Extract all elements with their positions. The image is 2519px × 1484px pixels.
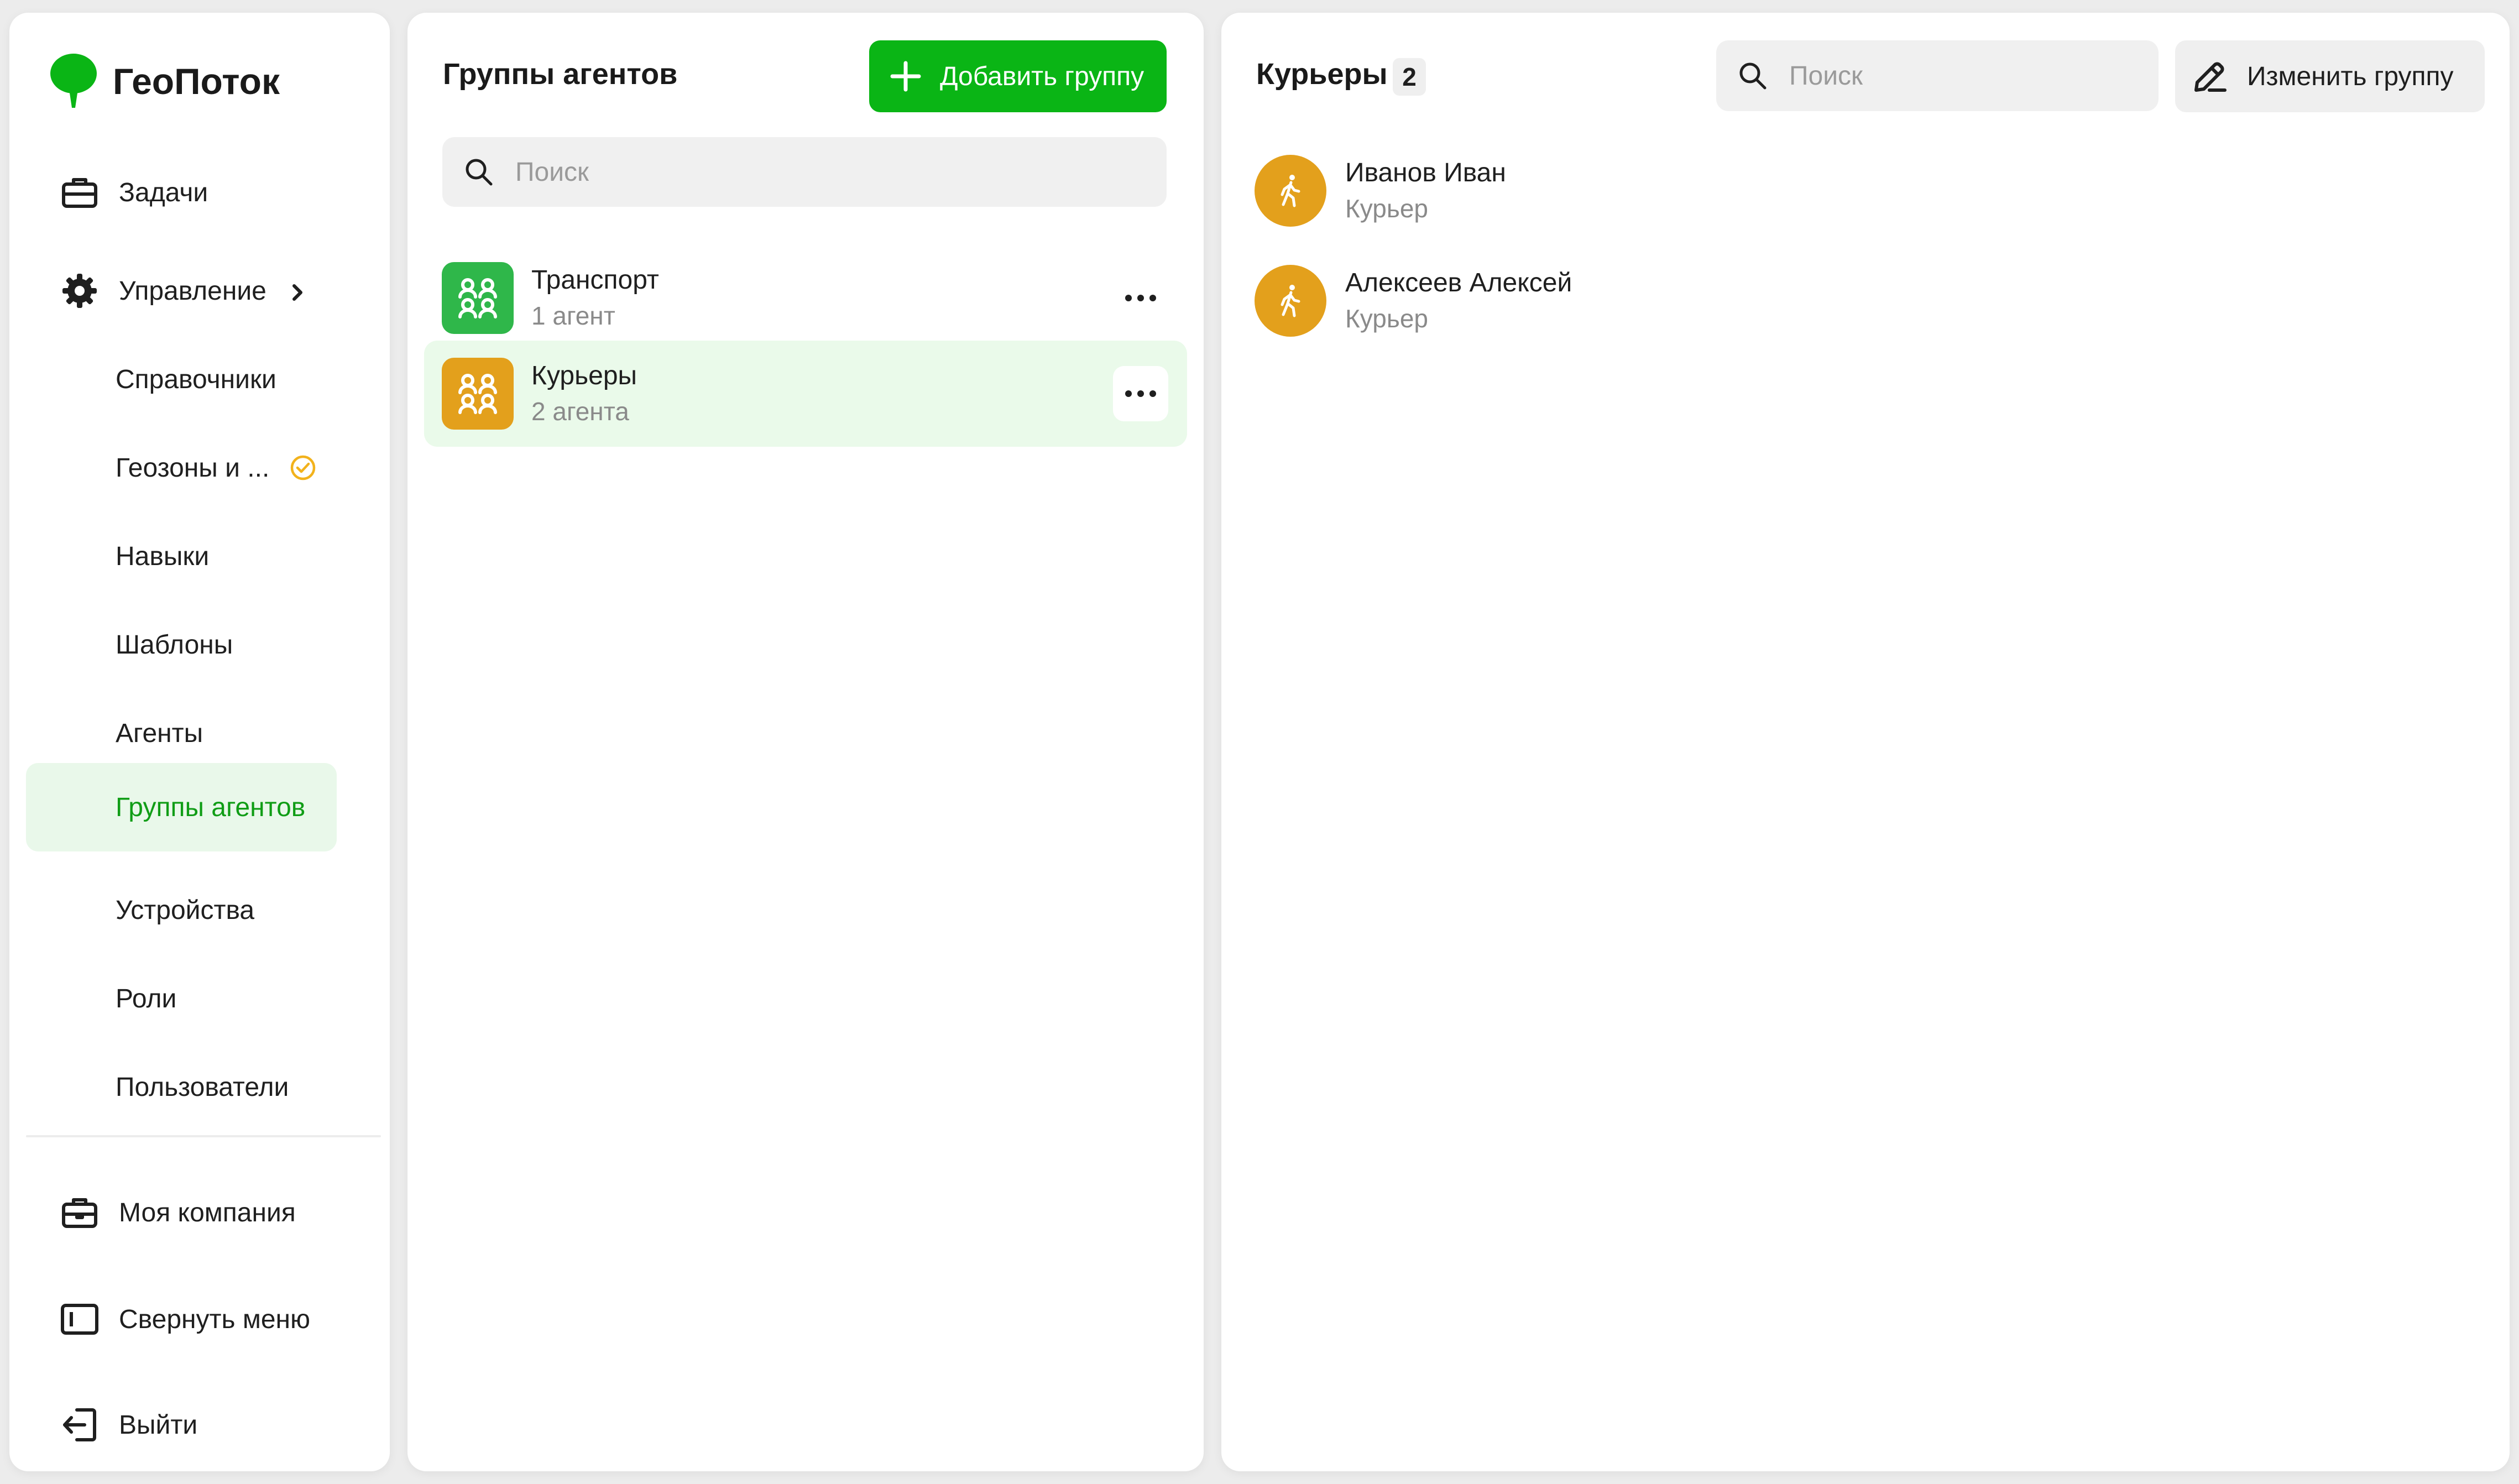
agent-avatar bbox=[1255, 155, 1326, 227]
sidebar-item-label: Агенты bbox=[116, 718, 203, 748]
sidebar-item-logout[interactable]: Выйти bbox=[26, 1381, 337, 1469]
sidebar-item-label: Навыки bbox=[116, 541, 210, 571]
logout-icon bbox=[60, 1405, 99, 1444]
sidebar-item-users[interactable]: Пользователи bbox=[26, 1043, 337, 1131]
group-text: Курьеры 2 агента bbox=[531, 358, 637, 429]
group-text: Транспорт 1 агент bbox=[531, 263, 659, 333]
sidebar-item-skills[interactable]: Навыки bbox=[26, 512, 337, 600]
more-horizontal-icon bbox=[1125, 295, 1156, 301]
group-detail-title: Курьеры bbox=[1256, 58, 1388, 91]
plus-icon bbox=[890, 61, 921, 92]
group-avatar bbox=[442, 358, 514, 430]
sidebar-item-label: Геозоны и ... bbox=[116, 453, 270, 483]
more-horizontal-icon bbox=[1125, 390, 1156, 397]
sidebar-item-label: Шаблоны bbox=[116, 630, 233, 660]
sidebar-item-devices[interactable]: Устройства bbox=[26, 866, 337, 954]
sidebar-item-label: Моя компания bbox=[119, 1198, 296, 1227]
groups-panel: Группы агентов Добавить группу Поиск Тра… bbox=[407, 13, 1204, 1471]
group-name: Курьеры bbox=[531, 361, 637, 390]
sidebar-item-geozones[interactable]: Геозоны и ... bbox=[26, 424, 337, 512]
edit-group-button[interactable]: Изменить группу bbox=[2175, 40, 2485, 112]
group-more-button[interactable] bbox=[1113, 270, 1168, 326]
edit-group-label: Изменить группу bbox=[2247, 61, 2454, 91]
group-row-transport[interactable]: Транспорт 1 агент bbox=[424, 245, 1187, 351]
search-icon bbox=[466, 159, 493, 186]
add-group-button[interactable]: Добавить группу bbox=[869, 40, 1167, 112]
sidebar-item-templates[interactable]: Шаблоны bbox=[26, 600, 337, 689]
groups-search-input[interactable] bbox=[515, 156, 1059, 187]
check-circle-icon bbox=[289, 454, 317, 482]
collapse-menu-icon bbox=[60, 1300, 99, 1339]
pencil-icon bbox=[2194, 62, 2227, 92]
walking-person-icon bbox=[1281, 285, 1300, 317]
agents-search-input[interactable] bbox=[1789, 60, 2121, 91]
agent-avatar bbox=[1255, 265, 1326, 337]
add-group-label: Добавить группу bbox=[940, 61, 1144, 91]
sidebar-item-label: Свернуть меню bbox=[119, 1304, 311, 1334]
sidebar-item-label: Устройства bbox=[116, 895, 255, 925]
agent-row[interactable]: Иванов Иван Курьер bbox=[1255, 152, 1752, 229]
agent-text: Алексеев Алексей Курьер bbox=[1345, 265, 1572, 336]
sidebar-item-label: Выйти bbox=[119, 1410, 198, 1440]
agent-row[interactable]: Алексеев Алексей Курьер bbox=[1255, 262, 1752, 339]
group-count: 2 агента bbox=[531, 397, 629, 426]
sidebar-item-label: Управление bbox=[119, 276, 266, 306]
sidebar-item-label: Справочники bbox=[116, 364, 276, 394]
group-name: Транспорт bbox=[531, 265, 659, 295]
sidebar-item-label: Группы агентов bbox=[116, 792, 306, 822]
logo-icon bbox=[50, 54, 97, 108]
group-more-button[interactable] bbox=[1113, 366, 1168, 421]
group-people-icon bbox=[458, 374, 497, 414]
groups-title: Группы агентов bbox=[443, 58, 678, 91]
sidebar-divider bbox=[26, 1135, 381, 1137]
briefcase-icon bbox=[60, 173, 99, 212]
sidebar-item-label: Пользователи bbox=[116, 1072, 289, 1102]
sidebar: ГеоПоток Задачи Управление Справочники Г… bbox=[9, 13, 390, 1471]
sidebar-item-agent-groups[interactable]: Группы агентов bbox=[26, 763, 337, 851]
logo[interactable]: ГеоПоток bbox=[48, 48, 280, 114]
agent-name: Иванов Иван bbox=[1345, 158, 1506, 187]
group-count: 1 агент bbox=[531, 301, 615, 330]
walking-person-icon bbox=[1281, 175, 1300, 207]
sidebar-item-tasks[interactable]: Задачи bbox=[26, 148, 337, 237]
agent-role: Курьер bbox=[1345, 304, 1428, 333]
chevron-right-icon bbox=[286, 280, 309, 302]
group-detail-panel: Курьеры 2 Изменить группу bbox=[1221, 13, 2510, 1471]
agents-search[interactable] bbox=[1716, 40, 2159, 111]
agent-role: Курьер bbox=[1345, 194, 1428, 223]
sidebar-item-roles[interactable]: Роли bbox=[26, 954, 337, 1043]
search-icon bbox=[1739, 62, 1767, 90]
group-people-icon bbox=[458, 278, 497, 318]
app-name: ГеоПоток bbox=[113, 61, 280, 102]
sidebar-item-references[interactable]: Справочники bbox=[26, 335, 337, 424]
sidebar-item-management[interactable]: Управление bbox=[26, 247, 337, 335]
group-avatar bbox=[442, 262, 514, 334]
agent-text: Иванов Иван Курьер bbox=[1345, 155, 1506, 226]
company-icon bbox=[60, 1193, 99, 1232]
sidebar-item-label: Роли bbox=[116, 984, 177, 1013]
gear-icon bbox=[60, 271, 99, 310]
groups-search[interactable] bbox=[442, 137, 1167, 207]
sidebar-item-my-company[interactable]: Моя компания bbox=[26, 1168, 337, 1257]
group-row-couriers[interactable]: Курьеры 2 агента bbox=[424, 341, 1187, 447]
sidebar-item-label: Задачи bbox=[119, 177, 208, 207]
agent-name: Алексеев Алексей bbox=[1345, 268, 1572, 297]
agent-count-badge: 2 bbox=[1393, 58, 1426, 96]
sidebar-item-collapse-menu[interactable]: Свернуть меню bbox=[26, 1275, 337, 1363]
